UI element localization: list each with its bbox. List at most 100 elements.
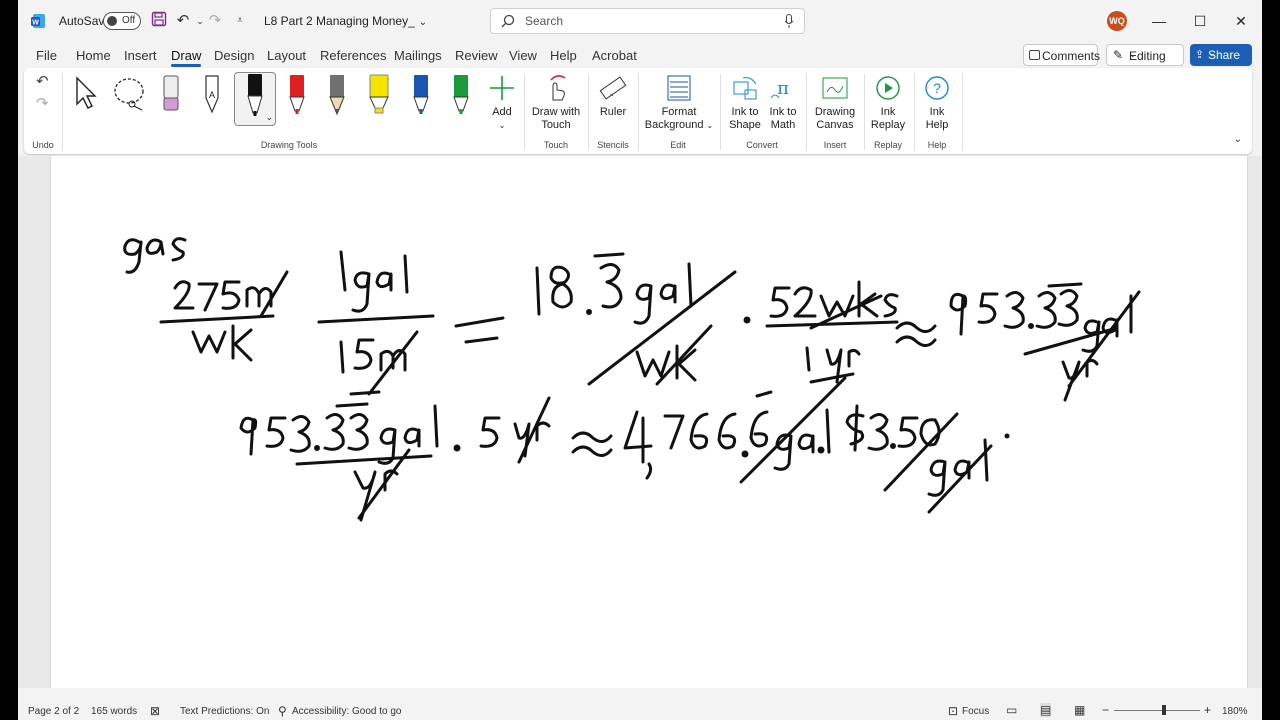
- page-count[interactable]: Page 2 of 2: [28, 706, 79, 717]
- comments-button[interactable]: Comments: [1023, 44, 1100, 66]
- pencil-gray-icon: [329, 75, 345, 116]
- autosave-toggle[interactable]: Off: [103, 12, 141, 30]
- group-label-insert: Insert: [823, 140, 847, 150]
- ruler-button[interactable]: Ruler: [594, 74, 632, 119]
- lasso-icon: [114, 78, 144, 111]
- svg-text:A: A: [209, 90, 215, 100]
- autosave-state: Off: [122, 15, 136, 26]
- zoom-slider-thumb[interactable]: [1162, 705, 1166, 715]
- pen-black-selected[interactable]: ⌄: [234, 72, 276, 126]
- ink-to-shape-button[interactable]: Ink to Shape: [726, 74, 764, 132]
- collapse-ribbon-icon[interactable]: ⌄: [1234, 134, 1242, 145]
- tab-mailings[interactable]: Mailings: [394, 48, 442, 63]
- document-page[interactable]: [50, 156, 1248, 688]
- web-layout-icon[interactable]: ▦: [1074, 703, 1085, 717]
- group-label-replay: Replay: [873, 140, 902, 150]
- svg-text:π: π: [777, 78, 789, 99]
- tab-acrobat[interactable]: Acrobat: [592, 48, 637, 63]
- drawing-canvas-button[interactable]: Drawing Canvas: [812, 74, 858, 132]
- group-label-stencils: Stencils: [597, 140, 629, 150]
- tab-draw[interactable]: Draw: [171, 48, 202, 67]
- group-label-undo: Undo: [32, 140, 54, 150]
- group-divider: [720, 74, 721, 150]
- read-mode-icon[interactable]: ▭: [1006, 703, 1017, 717]
- proofing-icon[interactable]: ⊠: [150, 704, 160, 718]
- customize-quick-access-icon[interactable]: ⩡: [230, 11, 250, 31]
- ink-to-math-button[interactable]: π Ink to Math: [766, 74, 800, 132]
- word-count[interactable]: 165 words: [91, 706, 137, 717]
- pen-green[interactable]: [450, 74, 472, 120]
- tab-help[interactable]: Help: [550, 48, 577, 63]
- lasso-select-tool[interactable]: [112, 74, 150, 116]
- tab-view[interactable]: View: [509, 48, 537, 63]
- close-icon[interactable]: ✕: [1231, 11, 1251, 31]
- ruler-label: Ruler: [599, 106, 627, 118]
- user-avatar[interactable]: WQ: [1107, 11, 1127, 31]
- search-box[interactable]: Search: [490, 8, 805, 34]
- group-divider: [524, 74, 525, 150]
- group-divider: [62, 74, 63, 150]
- ink-replay-label-2: Replay: [870, 119, 906, 131]
- chevron-down-icon: ⌄: [1129, 49, 1137, 59]
- document-title-text: L8 Part 2 Managing Money_: [264, 14, 415, 28]
- group-divider: [914, 74, 915, 150]
- minimize-icon[interactable]: —: [1149, 11, 1169, 31]
- tab-layout[interactable]: Layout: [267, 48, 306, 63]
- microphone-icon[interactable]: [784, 14, 794, 29]
- print-layout-icon[interactable]: ▤: [1040, 703, 1052, 717]
- pen-red[interactable]: [286, 74, 308, 120]
- pencil-gray[interactable]: [326, 74, 348, 120]
- zoom-in-icon[interactable]: +: [1204, 703, 1211, 717]
- group-label-touch: Touch: [543, 140, 569, 150]
- pen-green-icon: [453, 75, 469, 114]
- chevron-down-icon: ⌄: [706, 121, 714, 130]
- save-icon[interactable]: [149, 11, 169, 31]
- ink-help-button[interactable]: ? Ink Help: [920, 74, 954, 132]
- tab-review[interactable]: Review: [455, 48, 498, 63]
- eraser-tool[interactable]: [160, 74, 182, 118]
- pen-blue[interactable]: [410, 74, 432, 120]
- replay-icon: [876, 76, 900, 100]
- ink-replay-button[interactable]: Ink Replay: [870, 74, 906, 132]
- format-background-button[interactable]: Format Background ⌄: [644, 74, 714, 132]
- draw-with-touch-button[interactable]: Draw with Touch: [528, 74, 584, 132]
- highlighter-yellow[interactable]: [366, 74, 392, 120]
- redo-icon[interactable]: ↷: [205, 11, 225, 31]
- add-pen-button[interactable]: Add ⌄: [486, 74, 518, 132]
- editing-mode-button[interactable]: ✎ Editing ⌄: [1106, 44, 1184, 66]
- document-title[interactable]: L8 Part 2 Managing Money_ ⌄: [264, 14, 427, 28]
- text-predictions-status[interactable]: Text Predictions: On: [180, 706, 269, 717]
- ruler-icon: [599, 76, 627, 100]
- tab-home[interactable]: Home: [76, 48, 111, 63]
- highlighter-yellow-icon: [369, 74, 389, 114]
- zoom-level[interactable]: 180%: [1222, 706, 1248, 717]
- select-tool[interactable]: [72, 74, 102, 116]
- accessibility-status[interactable]: Accessibility: Good to go: [292, 706, 402, 717]
- toggle-knob: [107, 16, 117, 26]
- ink-replay-label-1: Ink: [880, 106, 896, 118]
- tab-insert[interactable]: Insert: [124, 48, 157, 63]
- draw-with-touch-label-1: Draw with: [531, 106, 581, 118]
- group-divider: [864, 74, 865, 150]
- drawing-canvas-label-1: Drawing: [814, 106, 856, 118]
- zoom-slider[interactable]: [1114, 710, 1200, 711]
- maximize-icon[interactable]: ☐: [1190, 11, 1210, 31]
- focus-button[interactable]: Focus: [962, 706, 989, 717]
- tab-file[interactable]: File: [36, 48, 57, 63]
- pen-black-icon: [247, 74, 263, 116]
- ink-to-math-label-1: Ink to: [769, 106, 797, 118]
- ink-to-math-icon: π: [770, 78, 789, 99]
- action-pen-tool[interactable]: A: [200, 74, 224, 120]
- tab-design[interactable]: Design: [214, 48, 254, 63]
- zoom-out-icon[interactable]: −: [1102, 703, 1109, 717]
- group-label-convert: Convert: [746, 140, 778, 150]
- svg-text:?: ?: [933, 80, 941, 96]
- share-button[interactable]: ⇪ Share ⌄: [1190, 44, 1252, 66]
- accessibility-icon: ⚲: [278, 704, 287, 718]
- ribbon-undo-icon[interactable]: ↶: [36, 72, 49, 90]
- ribbon-redo-icon[interactable]: ↷: [36, 94, 49, 112]
- chevron-down-icon: ⌄: [1208, 48, 1216, 58]
- comment-icon: [1029, 50, 1040, 60]
- chevron-down-icon: ⌄: [418, 17, 428, 28]
- tab-references[interactable]: References: [320, 48, 386, 63]
